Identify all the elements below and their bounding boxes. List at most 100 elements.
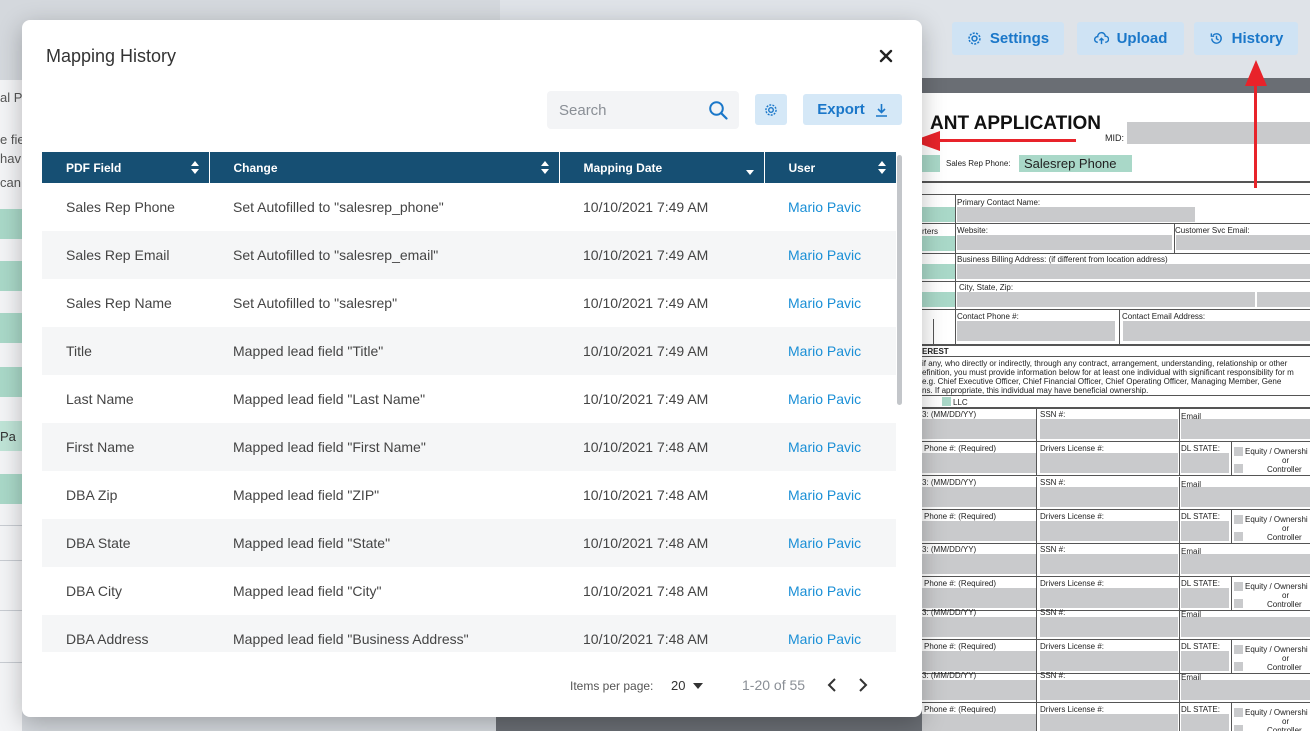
table-row[interactable]: DBA City Mapped lead field "City" 10/10/20… (42, 567, 896, 615)
search-input[interactable] (559, 91, 704, 129)
pdf-label: 3: (MM/DD/YY) (922, 478, 977, 487)
pdf-checkbox (1234, 662, 1243, 671)
table-row[interactable]: Title Mapped lead field "Title" 10/10/2021… (42, 327, 896, 375)
previous-page-button[interactable] (822, 675, 842, 695)
cell-user[interactable]: Mario Pavic (764, 567, 896, 615)
pdf-input (1181, 453, 1229, 473)
pdf-rule (922, 702, 1310, 703)
pdf-label: Controller (1267, 533, 1302, 542)
pdf-label: LLC (953, 398, 968, 407)
cell-mapping-date: 10/10/2021 7:48 AM (583, 631, 709, 647)
pdf-rule (1036, 670, 1037, 731)
cell-user[interactable]: Mario Pavic (764, 471, 896, 519)
pdf-label: SSN #: (1040, 671, 1066, 680)
upload-button[interactable]: Upload (1077, 22, 1184, 55)
pdf-rule (933, 319, 934, 344)
cell-user[interactable]: Mario Pavic (764, 519, 896, 567)
pdf-rule (1036, 477, 1037, 543)
cell-change: Mapped lead field "Last Name" (233, 391, 426, 407)
pdf-input (1181, 419, 1310, 439)
settings-button[interactable]: Settings (952, 22, 1064, 55)
upload-button-label: Upload (1116, 30, 1168, 47)
table-row[interactable]: DBA Address Mapped lead field "Business A… (42, 615, 896, 652)
column-header-user[interactable]: User (764, 152, 896, 183)
table-row[interactable]: Sales Rep Name Set Autofilled to "salesre… (42, 279, 896, 327)
search-field[interactable] (547, 91, 739, 129)
close-icon[interactable] (876, 46, 896, 66)
cell-user[interactable]: Mario Pavic (764, 615, 896, 652)
pdf-label: Drivers License #: (1040, 444, 1105, 453)
pdf-input (957, 207, 1195, 222)
history-icon (1210, 33, 1222, 44)
background-field-highlight (0, 367, 22, 397)
cell-mapping-date: 10/10/2021 7:49 AM (583, 199, 709, 215)
pdf-label: Phone #: (Required) (924, 444, 997, 453)
cell-change: Set Autofilled to "salesrep" (233, 295, 398, 311)
pdf-input (922, 419, 1036, 439)
pdf-input (1181, 714, 1229, 731)
table-scrollbar[interactable] (897, 155, 902, 405)
pdf-rule (1179, 607, 1180, 673)
table-row[interactable]: DBA Zip Mapped lead field "ZIP" 10/10/2021… (42, 471, 896, 519)
pdf-input (922, 453, 1036, 473)
pdf-input (957, 264, 1310, 279)
background-field-highlight (0, 474, 22, 504)
pdf-label: Equity / Ownershi (1245, 708, 1308, 717)
cell-user[interactable]: Mario Pavic (764, 183, 896, 231)
cell-change: Set Autofilled to "salesrep_email" (233, 247, 439, 263)
pdf-paragraph-line: ns. If appropriate, this individual may … (922, 386, 1149, 395)
pdf-label: Drivers License #: (1040, 642, 1105, 651)
table-row[interactable]: First Name Mapped lead field "First Name"… (42, 423, 896, 471)
pdf-label: Equity / Ownershi (1245, 515, 1308, 524)
pdf-label: Contact Email Address: (1122, 312, 1206, 321)
column-header-pdf-field[interactable]: PDF Field (42, 152, 210, 183)
pdf-rule (922, 281, 1310, 282)
pdf-section-heading: EREST (922, 347, 949, 356)
column-header-label: User (788, 160, 816, 175)
next-page-button[interactable] (853, 675, 873, 695)
pdf-mid-field (1127, 122, 1310, 144)
mapping-history-dialog: Mapping History Export (22, 20, 922, 717)
dialog-title: Mapping History (46, 46, 177, 66)
pdf-checkbox (1234, 645, 1243, 654)
pdf-label: SSN #: (1040, 545, 1066, 554)
history-button[interactable]: History (1194, 22, 1298, 55)
cell-user[interactable]: Mario Pavic (764, 279, 896, 327)
pdf-field-highlight (922, 207, 955, 222)
pdf-input (957, 292, 1255, 307)
cell-user[interactable]: Mario Pavic (764, 231, 896, 279)
pdf-input (1176, 235, 1310, 250)
cell-user[interactable]: Mario Pavic (764, 423, 896, 471)
pdf-input (922, 554, 1036, 574)
pdf-rule (922, 639, 1310, 640)
table-settings-button[interactable] (755, 94, 787, 125)
pdf-checkbox (1234, 515, 1243, 524)
page-size-select[interactable]: 20 (671, 678, 704, 693)
pdf-rule (922, 356, 1310, 357)
table-row[interactable]: Sales Rep Email Set Autofilled to "salesr… (42, 231, 896, 279)
pdf-rule (922, 223, 1310, 224)
table-row[interactable]: Last Name Mapped lead field "Last Name" 10… (42, 375, 896, 423)
export-button[interactable]: Export (803, 94, 902, 125)
table-row[interactable]: DBA State Mapped lead field "State" 10/10/… (42, 519, 896, 567)
cell-user[interactable]: Mario Pavic (764, 375, 896, 423)
column-header-change[interactable]: Change (209, 152, 560, 183)
table-row[interactable]: Sales Rep Phone Set Autofilled to "salesr… (42, 183, 896, 231)
cell-change: Mapped lead field "Business Address" (233, 631, 469, 647)
pdf-input (1040, 617, 1178, 637)
pdf-rule (1179, 409, 1180, 475)
search-icon[interactable] (708, 100, 728, 120)
pdf-label: or (1282, 717, 1290, 726)
pdf-rule (1036, 544, 1037, 610)
pdf-input (922, 714, 1036, 731)
pdf-rule (1231, 576, 1232, 610)
column-header-mapping-date[interactable]: Mapping Date (559, 152, 765, 183)
cell-user[interactable]: Mario Pavic (764, 327, 896, 375)
pdf-label: or (1282, 591, 1290, 600)
pdf-input (957, 321, 1115, 341)
pdf-label: SSN #: (1040, 410, 1066, 419)
cell-pdf-field: Sales Rep Name (66, 295, 172, 311)
pdf-rule (922, 181, 1310, 183)
pdf-paragraph-line: efinition, you must provide information … (922, 368, 1294, 377)
history-button-label: History (1231, 30, 1284, 47)
